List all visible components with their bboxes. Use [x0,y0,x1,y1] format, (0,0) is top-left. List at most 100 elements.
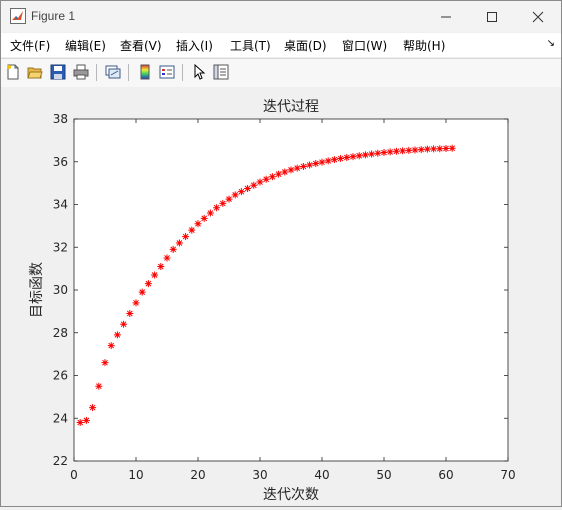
open-file-button[interactable] [26,62,44,82]
data-point [237,188,245,196]
figure-canvas: 0 10 20 30 40 50 60 70 22 24 26 28 30 32 34 36 38 迭代过程 迭… [1,87,561,506]
menu-bar: 文件(F) 编辑(E) 查看(V) 插入(I) 工具(T) 桌面(D) 窗口(W… [1,33,561,57]
data-point [76,419,84,427]
print-button[interactable] [72,62,90,82]
y-tick-label: 32 [53,240,68,254]
close-icon [532,11,544,22]
property-inspector-icon [213,64,229,80]
data-point [299,162,307,170]
data-point [213,204,221,212]
data-point [430,145,438,153]
data-point [423,145,431,153]
data-point [324,157,332,165]
y-tick-label: 38 [53,112,68,126]
legend-icon [159,65,175,79]
menu-window[interactable]: 窗口(W) [342,37,387,54]
property-inspector-button[interactable] [212,62,230,82]
menu-overflow-icon[interactable]: ↘ [547,38,555,49]
toolbar-separator [96,64,97,81]
data-point [144,280,152,288]
y-tick-label: 30 [53,283,68,297]
data-point [349,153,357,161]
data-point [157,262,165,270]
data-point [120,320,128,328]
data-point [343,153,351,161]
data-point [448,144,456,152]
menu-help[interactable]: 帮助(H) [403,37,445,54]
insert-legend-button[interactable] [158,62,176,82]
data-point [225,195,233,203]
data-point [219,199,227,207]
data-point [436,145,444,153]
data-point [411,146,419,154]
data-point [107,342,115,350]
y-axis-label: 目标函数 [29,262,45,318]
maximize-button[interactable] [469,1,515,32]
title-bar[interactable]: Figure 1 [1,1,561,32]
data-point [169,245,177,253]
data-point [163,254,171,262]
y-tick-label: 34 [53,198,68,212]
chart: 0 10 20 30 40 50 60 70 22 24 26 28 30 32 34 36 38 迭代过程 迭… [29,99,516,503]
data-point [386,148,394,156]
menu-edit[interactable]: 编辑(E) [65,37,106,54]
data-point [405,146,413,154]
menu-insert[interactable]: 插入(I) [176,37,213,54]
y-tick-label: 36 [53,155,68,169]
x-tick-label: 30 [252,468,267,482]
window-title: Figure 1 [31,9,76,23]
data-point [151,271,159,279]
data-point [101,359,109,367]
data-point [281,168,289,176]
new-figure-button[interactable] [4,62,22,82]
minimize-icon [441,16,451,17]
x-tick-label: 50 [376,468,391,482]
insert-colorbar-button[interactable] [136,62,154,82]
data-point [89,404,97,412]
colorbar-icon [140,64,150,80]
x-tick-label: 40 [314,468,329,482]
data-point [188,226,196,234]
menu-view[interactable]: 查看(V) [120,37,162,54]
figure-toolbar [1,58,561,88]
y-tick-label: 24 [53,411,68,425]
x-tick-label: 10 [128,468,143,482]
data-point [306,161,314,169]
data-point [337,155,345,163]
data-point [417,146,425,154]
data-point [82,416,90,424]
data-point [250,181,258,189]
figure-window: Figure 1 文件(F) 编辑(E) 查看(V) 插入(I) 工具(T) 桌… [0,0,562,507]
close-button[interactable] [515,1,561,32]
minimize-button[interactable] [423,1,469,32]
data-point [318,158,326,166]
x-tick-label: 70 [500,468,515,482]
menu-file[interactable]: 文件(F) [10,37,50,54]
data-point [206,209,214,217]
menu-desktop[interactable]: 桌面(D) [284,37,327,54]
data-point [330,156,338,164]
data-point [138,288,146,296]
y-tick-label: 22 [53,454,68,468]
maximize-icon [487,11,497,22]
data-point [268,173,276,181]
data-point [182,233,190,241]
data-point [175,239,183,247]
data-point [287,166,295,174]
chart-title: 迭代过程 [263,99,319,115]
pointer-icon [194,64,206,80]
data-point [312,159,320,167]
data-point [244,184,252,192]
menu-tools[interactable]: 工具(T) [230,37,271,54]
data-point [95,382,103,390]
link-figure-button[interactable] [104,62,122,82]
data-point [132,299,140,307]
link-figure-icon [105,65,121,79]
save-button[interactable] [49,62,67,82]
toolbar-separator [128,64,129,81]
data-point [442,144,450,152]
data-point [200,214,208,222]
edit-plot-button[interactable] [190,62,208,82]
data-point [275,170,283,178]
data-point [231,191,239,199]
